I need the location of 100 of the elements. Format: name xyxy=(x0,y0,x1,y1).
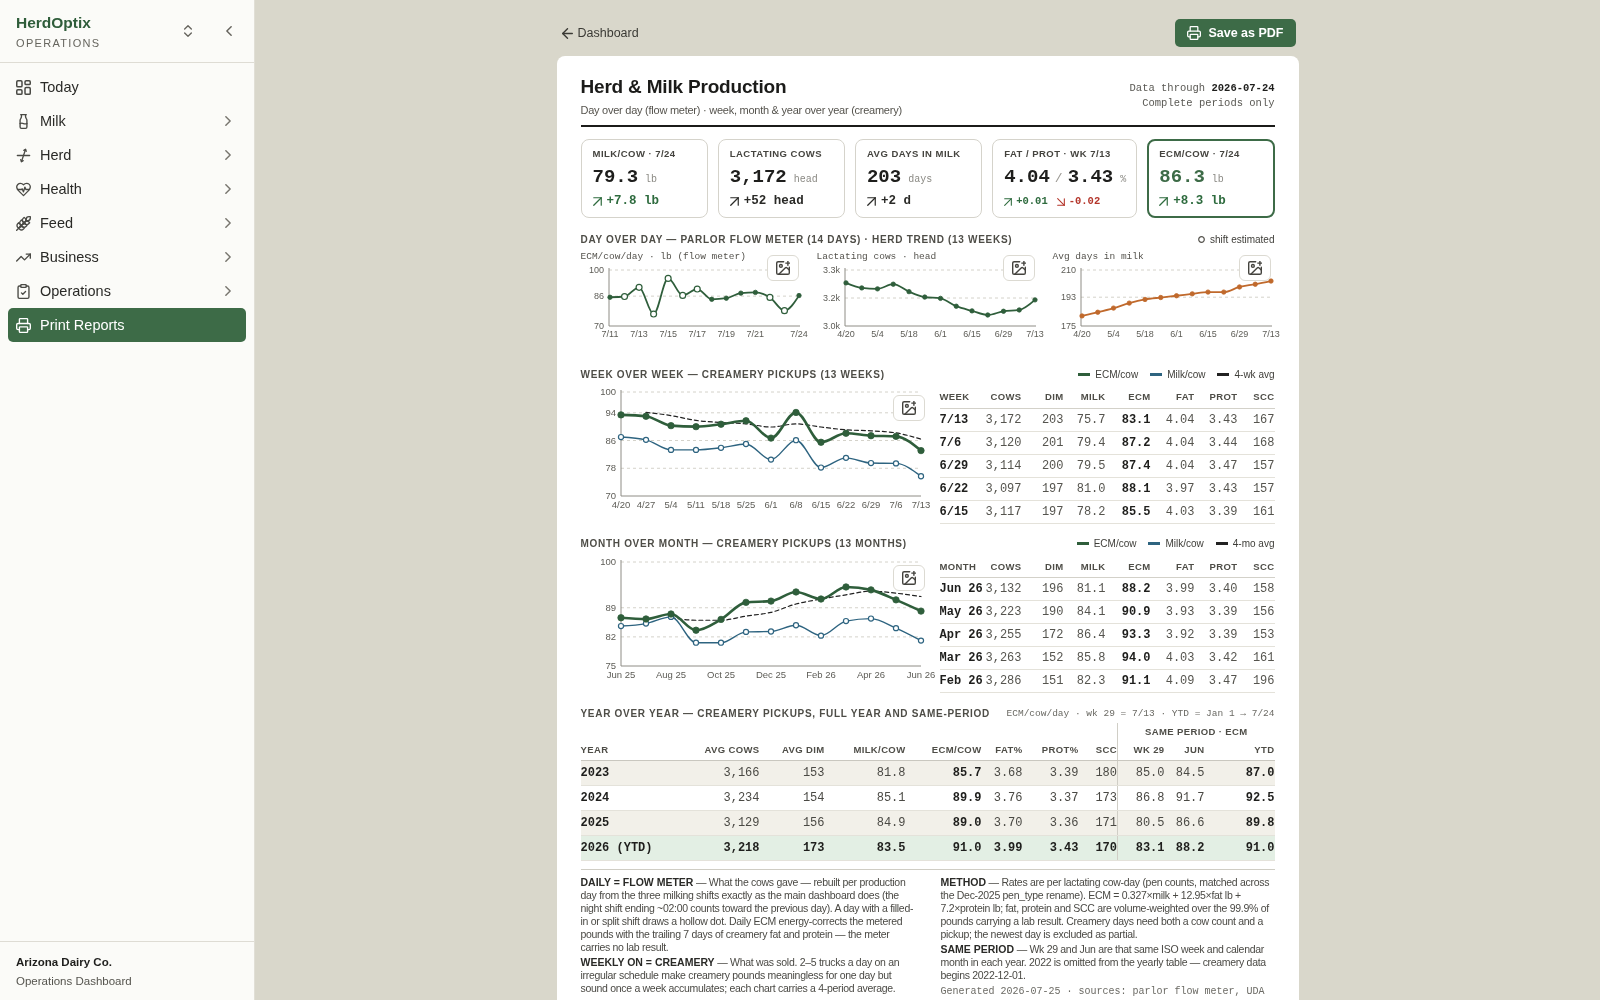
table-cell: 3.39 xyxy=(1194,500,1238,523)
x-tick-label: 6/15 xyxy=(962,329,981,339)
table-cell: 3.43 xyxy=(1194,408,1238,431)
column-header: FAT% xyxy=(981,740,1023,760)
x-tick-label: 5/4 xyxy=(1106,329,1120,339)
x-tick-label: Jun 26 xyxy=(906,668,935,680)
kpi-label: MILK/COW · 7/24 xyxy=(592,148,677,160)
table-cell: 3,172 xyxy=(983,408,1022,431)
table-cell: 3.92 xyxy=(1150,623,1195,647)
dashboard-name: Operations Dashboard xyxy=(16,974,133,988)
column-header: MILK xyxy=(1063,386,1106,408)
y-tick-label: 70 xyxy=(593,321,604,331)
x-tick-label: 4/20 xyxy=(611,499,630,510)
x-tick-label: 7/13 xyxy=(1025,329,1044,339)
column-header: PROT xyxy=(1194,555,1238,578)
y-tick-label: 175 xyxy=(1060,321,1076,331)
y-tick-label: 75 xyxy=(604,659,616,671)
table-cell: Jun 26 xyxy=(939,577,984,601)
x-tick-label: 7/15 xyxy=(658,329,677,339)
table-cell: 168 xyxy=(1237,431,1275,454)
section-note: ECM/cow/day · wk 29 = 7/13 · YTD = Jan 1 → 7/24 xyxy=(1006,707,1275,719)
note-paragraph: DAILY = FLOW METER — What the cows gave — rebuilt per production day from the three milking shifts exactly as the main dashboard does (the night shift ending ~02:00 counts toward the previous day). A day with a filled-in or split shift draws a hollow dot. Daily ECM energy-corrects the metered pounds with the trailing 7 days of creamery fat and protein — the meter carries no lab result. xyxy=(580,875,915,954)
section-heading: WEEK OVER WEEK — CREAMERY PICKUPS (13 WEEKS) xyxy=(580,368,885,380)
note-paragraph: WEEKLY ON = CREAMERY — What was sold. 2–5 trucks a day on an irregular schedule make creamery pounds meaningless for one day but sound once a week accumulates; each chart carries a 4-period average. xyxy=(580,955,901,995)
table-cell: 79.4 xyxy=(1063,431,1106,454)
kpi-value: 79.3 xyxy=(592,166,639,188)
legend-label: ECM/cow xyxy=(1093,538,1137,549)
y-tick-label: 3.3k xyxy=(822,265,840,275)
legend-label: 4-wk avg xyxy=(1234,368,1275,380)
y-tick-label: 86 xyxy=(593,291,604,302)
column-group-header: SAME PERIOD · ECM xyxy=(1117,723,1275,740)
x-tick-label: Oct 25 xyxy=(706,668,735,680)
x-tick-label: Aug 25 xyxy=(655,668,686,680)
table-cell: 6/22 xyxy=(939,477,984,500)
report-subtitle: Day over day (flow meter) · week, month & year over year (creamery) xyxy=(580,103,902,117)
table-cell: 2024 xyxy=(580,785,701,810)
table-cell: 3.47 xyxy=(1194,454,1238,477)
x-tick-label: 7/21 xyxy=(746,329,764,339)
x-tick-label: 7/13 xyxy=(1261,329,1280,339)
kpi-delta: +2 d xyxy=(880,194,911,209)
table-cell: 3,117 xyxy=(983,500,1022,523)
column-header: COWS xyxy=(983,386,1022,408)
y-tick-label: 3.0k xyxy=(822,321,840,331)
table-cell: 86.4 xyxy=(1063,623,1106,647)
table-cell: 81.1 xyxy=(1063,577,1106,601)
table-cell: 81.8 xyxy=(824,760,906,785)
x-tick-label: Apr 26 xyxy=(856,668,885,680)
table-cell: 3.93 xyxy=(1150,600,1195,624)
table-cell: Feb 26 xyxy=(939,669,984,693)
table-cell: 3.47 xyxy=(1194,669,1238,693)
x-tick-label: 6/8 xyxy=(788,499,803,510)
y-tick-label: 100 xyxy=(599,386,616,397)
column-header: YEAR xyxy=(580,740,701,760)
table-cell: 4.03 xyxy=(1150,646,1195,670)
kpi-value: 86.3 xyxy=(1159,166,1205,188)
report-title: Herd & Milk Production xyxy=(580,76,788,98)
column-header: FAT xyxy=(1150,555,1195,578)
table-cell: 4.04 xyxy=(1150,431,1195,454)
kpi-delta: +0.01 xyxy=(1016,194,1048,209)
table-cell: 86.8 xyxy=(1117,785,1165,810)
y-tick-label: 82 xyxy=(604,630,616,642)
table-cell: 85.0 xyxy=(1117,760,1165,785)
data-through-text: Data through 2026-07-24 xyxy=(1129,81,1275,96)
y-tick-label: 3.2k xyxy=(822,293,840,303)
table-cell: 90.9 xyxy=(1105,600,1151,624)
x-tick-label: 7/19 xyxy=(717,329,735,339)
table-cell: 152 xyxy=(1021,646,1064,670)
table-cell: 3.43 xyxy=(1194,477,1238,500)
table-cell: 2025 xyxy=(580,810,701,835)
table-cell: 7/6 xyxy=(939,431,984,454)
table-cell: 80.5 xyxy=(1117,810,1165,835)
table-cell: 4.03 xyxy=(1150,500,1195,523)
kpi-value: 3,172 xyxy=(729,166,787,188)
legend-label: Milk/cow xyxy=(1165,538,1204,549)
table-cell: 197 xyxy=(1021,500,1064,523)
x-tick-label: 6/1 xyxy=(933,329,947,339)
table-cell: 3.39 xyxy=(1194,623,1238,647)
table-cell: 190 xyxy=(1021,600,1064,624)
table-cell: 3,286 xyxy=(983,669,1022,693)
table-cell: 82.3 xyxy=(1063,669,1106,693)
table-cell: 157 xyxy=(1237,454,1275,477)
column-header: ECM xyxy=(1105,386,1151,408)
column-header: AVG COWS xyxy=(700,740,760,760)
y-tick-label: 70 xyxy=(604,490,616,501)
y-tick-label: 78 xyxy=(604,462,616,474)
x-tick-label: 4/27 xyxy=(636,499,655,510)
table-cell: 4.04 xyxy=(1150,454,1195,477)
x-tick-label: 6/29 xyxy=(861,499,880,510)
table-cell: 3,255 xyxy=(983,623,1022,647)
table-cell: 3,097 xyxy=(983,477,1022,500)
x-tick-label: 6/29 xyxy=(994,329,1012,339)
table-cell: 3,120 xyxy=(983,431,1022,454)
table-cell: 2023 xyxy=(580,760,701,785)
y-tick-label: 100 xyxy=(588,265,604,275)
table-cell: 156 xyxy=(1237,600,1275,624)
x-tick-label: Jun 25 xyxy=(606,668,635,680)
table-cell: 84.1 xyxy=(1063,600,1106,624)
kpi-value: 203 xyxy=(866,166,902,188)
brand-name: HerdOptix xyxy=(16,13,92,32)
x-tick-label: 6/15 xyxy=(811,499,830,510)
